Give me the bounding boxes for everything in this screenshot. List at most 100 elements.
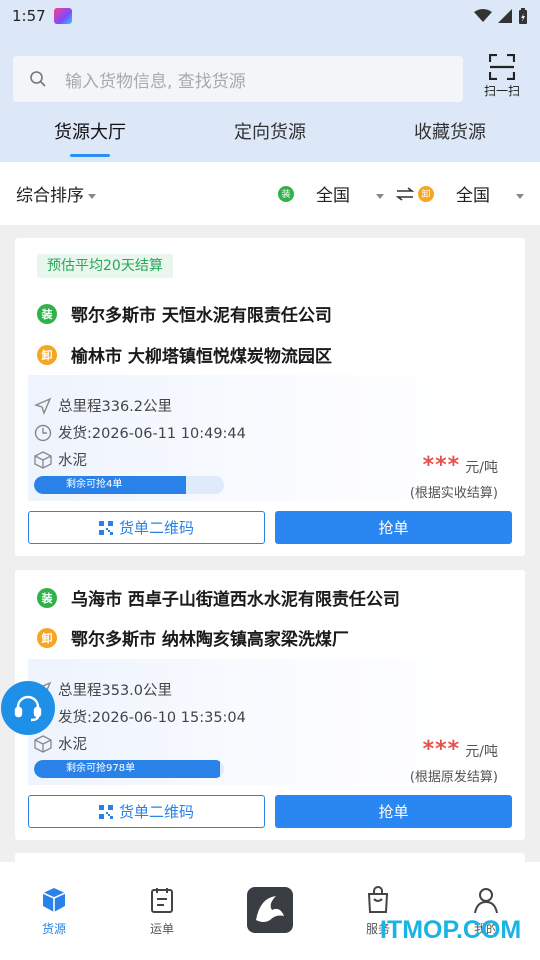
grab-order-button[interactable]: 抢单 — [275, 511, 512, 544]
unload-region-label: 全国 — [456, 186, 490, 206]
distance-text: 总里程336.2公里 — [58, 399, 173, 415]
cargo-row: 水泥 — [34, 449, 87, 470]
qr-button-label: 货单二维码 — [118, 803, 194, 821]
grab-order-button[interactable]: 抢单 — [275, 795, 512, 828]
header: 输入货物信息, 查找货源 扫一扫 货源大厅 定向货源 收藏货源 — [0, 32, 540, 162]
search-placeholder: 输入货物信息, 查找货源 — [65, 71, 246, 92]
headset-icon — [14, 695, 42, 722]
bottom-nav: 货源 运单 服务 我的 — [0, 862, 540, 960]
wifi-icon — [474, 9, 492, 22]
tab-favorites[interactable]: 收藏货源 — [360, 116, 540, 162]
nav-label: 运单 — [149, 922, 174, 936]
customer-service-button[interactable] — [1, 681, 55, 735]
ship-time-text: 发货:2026-06-10 15:35:04 — [58, 710, 246, 726]
load-address-row: 装 乌海市 西卓子山街道西水水泥有限责任公司 — [37, 585, 400, 610]
load-icon: 装 — [37, 587, 57, 608]
signal-icon — [498, 9, 512, 23]
status-icons — [474, 8, 528, 24]
status-bar: 1:57 — [0, 0, 540, 32]
price-masked: *** — [422, 453, 461, 478]
load-icon: 装 — [37, 303, 57, 324]
nav-cargo[interactable]: 货源 — [0, 862, 108, 960]
battery-icon — [519, 8, 527, 24]
load-region-label: 全国 — [316, 186, 350, 206]
tab-cargo-hall[interactable]: 货源大厅 — [0, 116, 180, 162]
sort-dropdown[interactable]: 综合排序 — [16, 181, 96, 206]
cargo-card[interactable]: 装 乌海市 西卓子山街道西水水泥有限责任公司 卸 鄂尔多斯市 纳林陶亥镇高家梁洗… — [15, 570, 525, 840]
search-input[interactable]: 输入货物信息, 查找货源 — [13, 56, 463, 102]
unload-address-row: 卸 榆林市 大柳塔镇恒悦煤炭物流园区 — [37, 342, 332, 367]
filter-bar: 综合排序 装 全国 卸 全国 — [0, 162, 540, 225]
box-icon — [34, 734, 52, 753]
bag-icon — [367, 886, 389, 913]
sort-label: 综合排序 — [16, 186, 84, 206]
cargo-type-text: 水泥 — [58, 737, 87, 753]
caret-down-icon — [376, 193, 384, 199]
qr-button-label: 货单二维码 — [118, 519, 194, 537]
watermark: ITMOP.COM — [380, 916, 522, 944]
tab-label: 定向货源 — [234, 122, 306, 143]
unload-icon: 卸 — [37, 344, 57, 365]
qr-code-button[interactable]: 货单二维码 — [28, 795, 265, 828]
search-icon — [30, 71, 46, 87]
logo-icon — [247, 887, 293, 933]
nav-label: 货源 — [41, 922, 66, 936]
caret-down-icon — [516, 193, 524, 199]
unload-address-row: 卸 鄂尔多斯市 纳林陶亥镇高家梁洗煤厂 — [37, 625, 349, 650]
price-block: *** 元/吨 (根据原发结算) — [410, 737, 498, 785]
price-unit: 元/吨 — [465, 744, 498, 760]
settlement-badge: 预估平均20天结算 — [37, 254, 173, 278]
nav-waybill[interactable]: 运单 — [108, 862, 216, 960]
cargo-card[interactable]: 预估平均20天结算 装 鄂尔多斯市 天恒水泥有限责任公司 卸 榆林市 大柳塔镇恒… — [15, 238, 525, 556]
settlement-note: (根据原发结算) — [409, 770, 498, 785]
remaining-progress-bar: 剩余可抢978单 — [34, 760, 224, 778]
remaining-text: 剩余可抢978单 — [66, 763, 136, 774]
distance-row: 总里程336.2公里 — [34, 395, 172, 416]
cargo-type-text: 水泥 — [58, 453, 87, 469]
cube-icon — [42, 888, 66, 912]
nav-service[interactable]: 服务 — [324, 862, 432, 960]
qr-code-icon — [98, 804, 113, 819]
scan-label: 扫一扫 — [483, 84, 520, 98]
nav-center-logo[interactable] — [216, 862, 324, 960]
load-address: 鄂尔多斯市 天恒水泥有限责任公司 — [71, 306, 332, 326]
time-row: 发货:2026-06-10 15:35:04 — [34, 706, 246, 727]
distance-row: 总里程353.0公里 — [34, 679, 172, 700]
unload-address: 榆林市 大柳塔镇恒悦煤炭物流园区 — [71, 347, 332, 367]
load-region-dropdown[interactable]: 全国 — [316, 181, 384, 206]
caret-down-icon — [88, 193, 96, 199]
box-icon — [34, 450, 52, 469]
qr-code-button[interactable]: 货单二维码 — [28, 511, 265, 544]
status-time: 1:57 — [12, 7, 46, 25]
cargo-row: 水泥 — [34, 733, 87, 754]
settlement-note: (根据实收结算) — [409, 486, 498, 501]
cargo-info-panel: 总里程353.0公里 发货:2026-06-10 15:35:04 水泥 剩余可… — [28, 659, 512, 785]
navigation-arrow-icon — [34, 397, 52, 415]
swap-icon[interactable] — [396, 186, 414, 201]
price-block: *** 元/吨 (根据实收结算) — [410, 453, 498, 501]
clipboard-icon — [151, 888, 173, 913]
remaining-progress-bar: 剩余可抢4单 — [34, 476, 224, 494]
ship-time-text: 发货:2026-06-11 10:49:44 — [58, 426, 246, 442]
active-tab-indicator — [70, 154, 110, 157]
price-unit: 元/吨 — [465, 460, 498, 476]
remaining-text: 剩余可抢4单 — [66, 479, 123, 490]
tab-directed-cargo[interactable]: 定向货源 — [180, 116, 360, 162]
load-dot-icon: 装 — [278, 185, 294, 202]
distance-text: 总里程353.0公里 — [58, 683, 173, 699]
load-address-row: 装 鄂尔多斯市 天恒水泥有限责任公司 — [37, 301, 332, 326]
qr-code-icon — [98, 520, 113, 535]
unload-address: 鄂尔多斯市 纳林陶亥镇高家梁洗煤厂 — [71, 630, 349, 650]
region-filters: 装 全国 卸 全国 — [278, 181, 524, 206]
load-address: 乌海市 西卓子山街道西水水泥有限责任公司 — [71, 590, 400, 610]
tab-label: 货源大厅 — [54, 122, 126, 143]
scan-button[interactable]: 扫一扫 — [476, 54, 528, 104]
unload-region-dropdown[interactable]: 全国 — [456, 181, 524, 206]
notification-app-icon — [53, 8, 72, 24]
tab-label: 收藏货源 — [414, 122, 486, 143]
nav-mine[interactable]: 我的 — [432, 862, 540, 960]
price-masked: *** — [422, 737, 461, 762]
grab-button-label: 抢单 — [378, 519, 409, 537]
scan-icon — [489, 54, 515, 80]
tab-bar: 货源大厅 定向货源 收藏货源 — [0, 116, 540, 162]
